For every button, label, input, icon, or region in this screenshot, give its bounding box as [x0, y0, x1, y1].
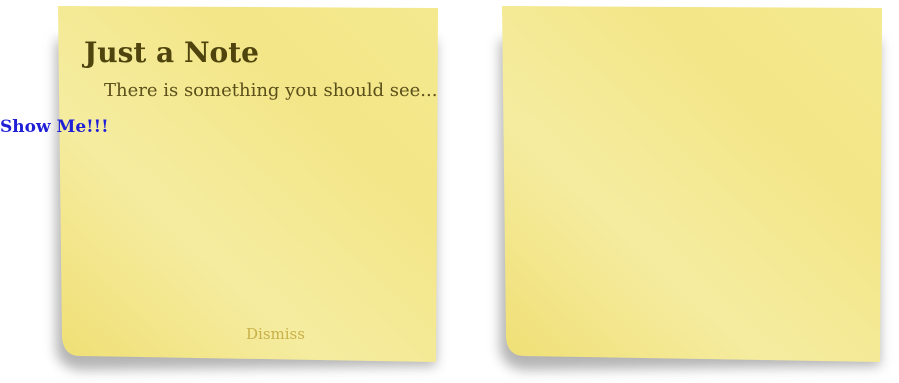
note-title: Just a Note	[84, 36, 259, 69]
dismiss-link[interactable]: Dismiss	[246, 325, 305, 343]
sticky-note-right-paper	[500, 6, 882, 371]
show-me-link[interactable]: Show Me!!!	[0, 117, 109, 137]
note-message: There is something you should see...	[104, 80, 438, 101]
sticky-note-right	[494, 0, 890, 380]
